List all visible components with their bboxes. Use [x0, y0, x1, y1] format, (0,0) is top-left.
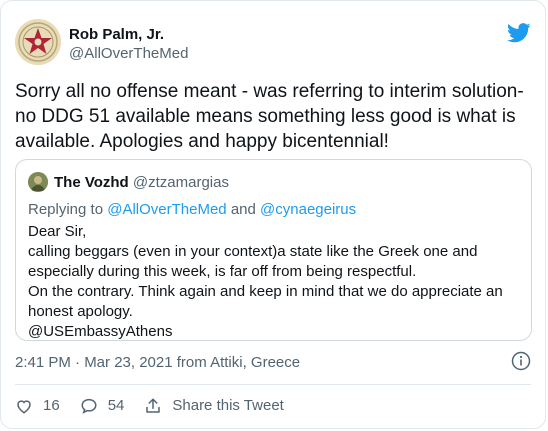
like-count: 16 [43, 397, 60, 414]
replying-prefix: Replying to [28, 201, 108, 218]
author-handle[interactable]: @AllOverTheMed [69, 44, 188, 63]
replying-to: Replying to @AllOverTheMed and @cynaegei… [28, 200, 356, 219]
replying-user-link[interactable]: @cynaegeirus [260, 201, 356, 218]
reply-button[interactable]: 54 [80, 396, 125, 415]
reply-count: 54 [107, 397, 125, 414]
share-label: Share this Tweet [172, 397, 284, 414]
tweet-text: Sorry all no offense meant - was referri… [15, 81, 524, 152]
share-icon [146, 398, 161, 413]
share-button[interactable]: Share this Tweet [144, 396, 284, 415]
author-avatar[interactable] [15, 19, 61, 65]
quoted-text: Dear Sir, calling beggars (even in your … [28, 223, 503, 340]
heart-icon [17, 399, 31, 414]
quoted-author-avatar[interactable] [28, 172, 48, 192]
quoted-header: The Vozhd @ztzamargias [54, 173, 229, 192]
replying-user-link[interactable]: @AllOverTheMed [107, 201, 226, 218]
info-icon[interactable] [511, 351, 531, 371]
quoted-author-handle[interactable]: @ztzamargias [133, 174, 229, 191]
tweet-card: Rob Palm, Jr. @AllOverTheMed Sorry all n… [0, 0, 546, 429]
tweet-meta[interactable]: 2:41 PM · Mar 23, 2021 from Attiki, Gree… [15, 353, 300, 372]
quoted-author-name[interactable]: The Vozhd [54, 174, 129, 191]
quoted-tweet[interactable]: The Vozhd @ztzamargias Replying to @AllO… [15, 159, 532, 341]
twitter-bird-icon[interactable] [507, 23, 531, 43]
author-block: Rob Palm, Jr. @AllOverTheMed [69, 25, 188, 63]
speech-bubble-icon [81, 398, 97, 414]
like-button[interactable]: 16 [15, 396, 60, 415]
divider [15, 384, 531, 385]
author-name[interactable]: Rob Palm, Jr. [69, 25, 188, 44]
replying-and: and [226, 201, 261, 218]
action-bar: 16 54 Share this Tweet [15, 396, 304, 415]
